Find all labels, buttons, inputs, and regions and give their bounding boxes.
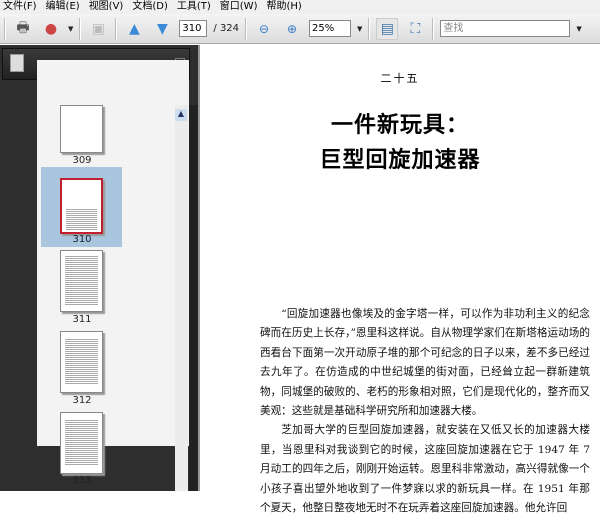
thumbnail-312[interactable]	[60, 331, 103, 393]
chapter-number: 二十五	[380, 72, 420, 85]
menu-help[interactable]: 帮助(H)	[263, 0, 307, 14]
page-number-input[interactable]: 310	[179, 20, 208, 37]
divider	[4, 17, 6, 40]
paragraph: 芝加哥大学的巨型回旋加速器，就安装在又低又长的加速器大楼里，当恩里科对我谈到它的…	[260, 424, 590, 515]
menu-bar: 文件(F) 编辑(E) 视图(V) 文档(D) 工具(T) 窗口(W) 帮助(H…	[0, 0, 600, 14]
divider	[115, 17, 118, 40]
paragraph: “回旋加速器也像埃及的金字塔一样，可以作为非功利主义的纪念碑而在历史上长存，”恩…	[260, 308, 590, 418]
fit-page-icon[interactable]: ⛶	[404, 18, 426, 40]
scroll-up-icon[interactable]: ▲	[175, 109, 187, 121]
thumbnail-label: 312	[72, 395, 92, 406]
toolbar: 🖶 ● ▼ ▣ ▲ ▼ 310 / 324 ⊖ ⊕ 25% ▼ ▤ ⛶ 查找 ▼	[0, 14, 600, 44]
divider	[79, 17, 82, 40]
fit-width-icon[interactable]: ▤	[376, 17, 399, 40]
zoom-input[interactable]: 25%	[309, 20, 352, 37]
next-page-icon[interactable]: ▼	[151, 18, 173, 40]
thumbnail-311[interactable]	[60, 250, 103, 312]
pages-icon	[10, 54, 24, 72]
menu-file[interactable]: 文件(F)	[0, 0, 43, 14]
chapter-title-line2: 巨型回旋加速器	[319, 147, 481, 173]
thumbnail-label: 313	[72, 475, 92, 486]
menu-document[interactable]: 文档(D)	[129, 0, 174, 14]
thumbnail-label: 311	[72, 314, 92, 325]
divider	[432, 17, 435, 40]
thumbnail-scrollbar[interactable]: ▲	[175, 105, 188, 491]
document-page: 二十五 一件新玩具： 巨型回旋加速器 “回旋加速器也像埃及的金字塔一样，可以作为…	[198, 45, 600, 514]
body-text: “回旋加速器也像埃及的金字塔一样，可以作为非功利主义的纪念碑而在历史上长存，”恩…	[260, 305, 590, 518]
chevron-down-icon[interactable]: ▼	[576, 25, 581, 33]
thumbnail-310[interactable]	[60, 178, 103, 234]
menu-tools[interactable]: 工具(T)	[174, 0, 217, 14]
thumbnail-313[interactable]	[60, 412, 103, 474]
menu-edit[interactable]: 编辑(E)	[43, 0, 86, 14]
divider	[245, 17, 248, 40]
thumbnail-label: 310	[72, 234, 92, 245]
zoom-in-icon[interactable]: ⊕	[281, 18, 303, 40]
previous-page-icon[interactable]: ▲	[123, 18, 145, 40]
chevron-down-icon[interactable]: ▼	[68, 25, 73, 33]
divider	[368, 17, 371, 40]
menu-window[interactable]: 窗口(W)	[217, 0, 264, 14]
find-input[interactable]: 查找	[440, 20, 571, 37]
collaborate-icon[interactable]: ●	[40, 18, 62, 40]
thumbnail-label: 309	[72, 155, 92, 166]
page-total: / 324	[213, 23, 240, 34]
comment-icon: ▣	[91, 20, 105, 37]
zoom-out-icon[interactable]: ⊖	[253, 18, 275, 40]
chapter-title-line1: 一件新玩具：	[330, 112, 469, 138]
menu-view[interactable]: 视图(V)	[86, 0, 130, 14]
thumbnail-309[interactable]	[60, 105, 103, 153]
panel-border	[189, 105, 198, 491]
print-icon[interactable]: 🖶	[12, 18, 34, 40]
chevron-down-icon[interactable]: ▼	[357, 25, 362, 33]
